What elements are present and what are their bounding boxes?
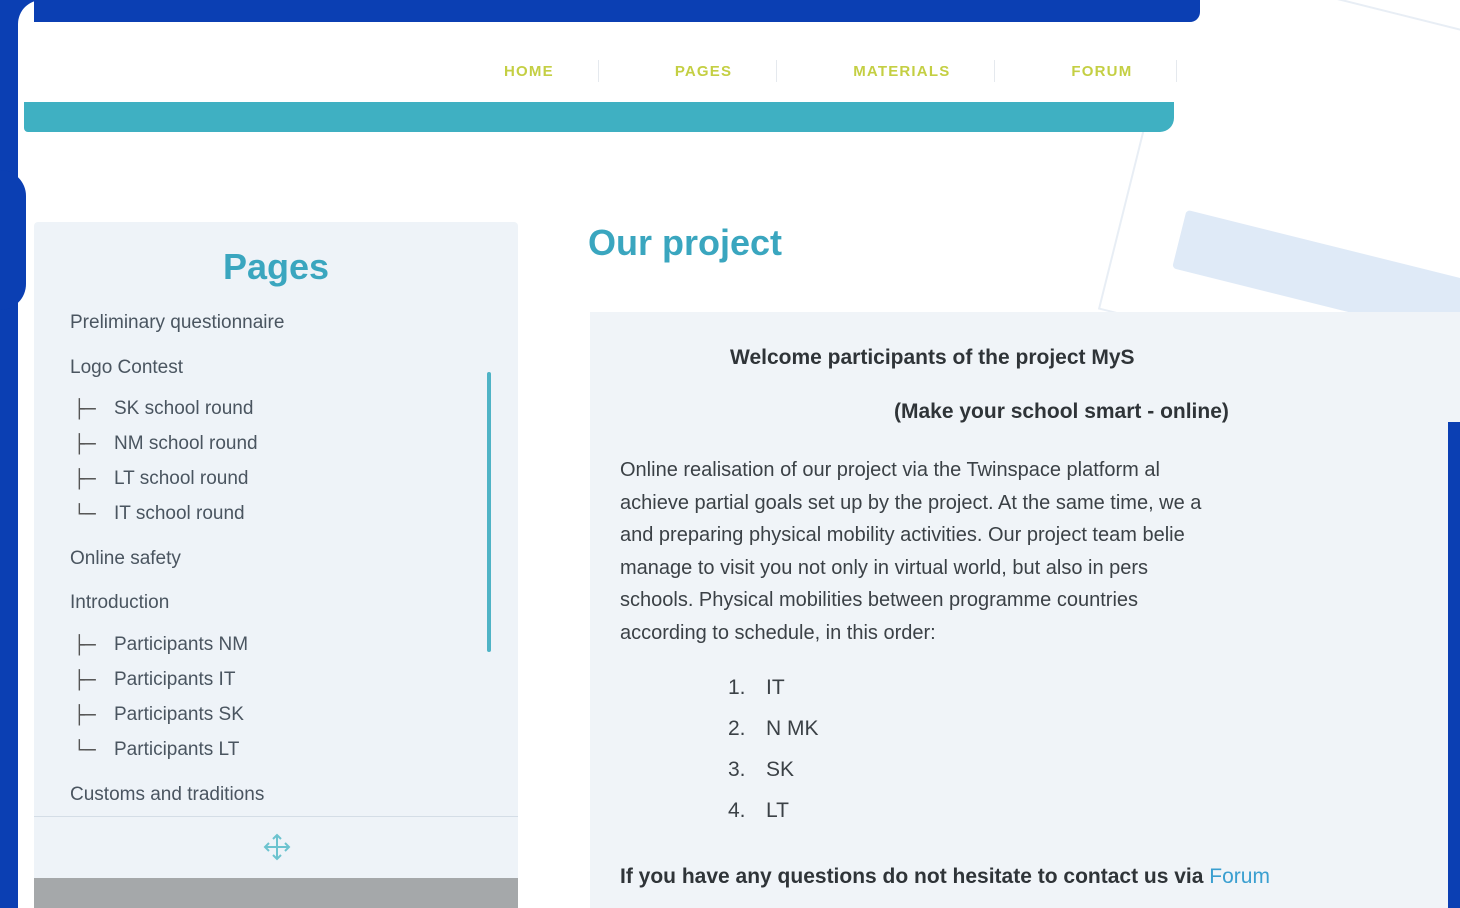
list-number: 3. [728,758,746,781]
frame-decoration [1448,422,1460,908]
list-country: N MK [766,717,819,740]
sidebar-subitem-participants-sk[interactable]: ├─ Participants SK [74,704,244,726]
sidebar-divider [34,816,518,817]
nav-divider [1176,60,1178,82]
sidebar-item-label: Participants IT [114,669,236,690]
nav-home[interactable]: HOME [504,63,554,80]
sidebar-subitem-nm-school-round[interactable]: ├─ NM school round [74,433,258,455]
list-country: IT [766,676,785,699]
paragraph-line: according to schedule, in this order: [620,621,936,644]
project-subtitle: (Make your school smart - online) [894,400,1229,423]
tree-connector: ├─ [74,704,96,726]
frame-decoration [0,170,26,310]
nav-divider [597,60,599,82]
intro-paragraph: Online realisation of our project via th… [620,454,1450,649]
list-item: 4. LT [728,799,819,840]
list-number: 2. [728,717,746,740]
mobility-order-list: 1. IT 2. N MK 3. SK 4. LT [728,676,819,840]
sidebar-item-introduction[interactable]: Introduction [70,592,169,614]
nav-pages[interactable]: PAGES [675,63,732,80]
sidebar-item-label: NM school round [114,433,258,454]
tree-connector: ├─ [74,634,96,656]
sidebar-subitem-participants-nm[interactable]: ├─ Participants NM [74,634,248,656]
pages-sidebar: Pages Preliminary questionnaire Logo Con… [34,222,518,908]
tree-connector: ├─ [74,468,96,490]
top-frame-bar [34,0,1200,22]
paragraph-line: Online realisation of our project via th… [620,459,1160,481]
tree-connector: └─ [74,739,96,761]
sidebar-item-label: LT school round [114,468,249,489]
list-item: 1. IT [728,676,819,717]
paragraph-line: achieve partial goals set up by the proj… [620,491,1202,514]
nav-menu: HOME PAGES MATERIALS FORUM [504,60,1253,82]
sidebar-scrollbar[interactable] [487,372,491,652]
sidebar-item-customs-and-traditions[interactable]: Customs and traditions [70,784,264,806]
sidebar-title: Pages [222,246,330,287]
page-title: Our project [588,222,783,263]
nav-accent-strip [24,102,1174,132]
sidebar-subitem-participants-lt[interactable]: └─ Participants LT [74,739,239,761]
list-number: 4. [728,799,746,822]
nav-divider [776,60,778,82]
list-number: 1. [728,676,746,699]
list-item: 2. N MK [728,717,819,758]
sidebar-item-online-safety[interactable]: Online safety [70,548,181,570]
tree-connector: ├─ [74,398,96,420]
sidebar-item-label: Participants NM [114,634,249,655]
forum-link[interactable]: Forum [1209,865,1270,888]
paragraph-line: manage to visit you not only in virtual … [620,556,1149,579]
nav-forum[interactable]: FORUM [1071,63,1132,80]
sidebar-item-label: Participants SK [114,704,244,725]
sidebar-item-label: SK school round [114,398,254,419]
paragraph-line: and preparing physical mobility activiti… [620,524,1185,546]
list-item: 3. SK [728,758,819,799]
tree-connector: ├─ [74,669,96,691]
sidebar-subitem-participants-it[interactable]: ├─ Participants IT [74,669,235,691]
move-icon [263,833,291,861]
move-icon[interactable] [262,832,292,862]
sidebar-item-logo-contest[interactable]: Logo Contest [70,357,183,379]
list-country: LT [766,799,789,822]
contact-note: If you have any questions do not hesitat… [620,865,1270,889]
sidebar-item-label: IT school round [114,503,245,524]
tree-connector: ├─ [74,433,96,455]
sidebar-subitem-lt-school-round[interactable]: ├─ LT school round [74,468,249,490]
sidebar-subitem-it-school-round[interactable]: └─ IT school round [74,503,245,525]
contact-text: If you have any questions do not hesitat… [620,865,1204,888]
sidebar-footer-bar [34,878,518,908]
list-country: SK [766,758,795,781]
top-navigation: HOME PAGES MATERIALS FORUM [34,22,1178,102]
content-card: Welcome participants of the project MyS … [590,312,1460,908]
nav-materials[interactable]: MATERIALS [853,63,950,80]
nav-divider [994,60,996,82]
sidebar-subitem-sk-school-round[interactable]: ├─ SK school round [74,398,253,420]
sidebar-item-label: Participants LT [114,739,240,760]
tree-connector: └─ [74,503,96,525]
welcome-heading: Welcome participants of the project MyS [730,346,1135,369]
sidebar-item-preliminary-questionnaire[interactable]: Preliminary questionnaire [70,312,284,334]
paragraph-line: schools. Physical mobilities between pro… [620,589,1139,611]
